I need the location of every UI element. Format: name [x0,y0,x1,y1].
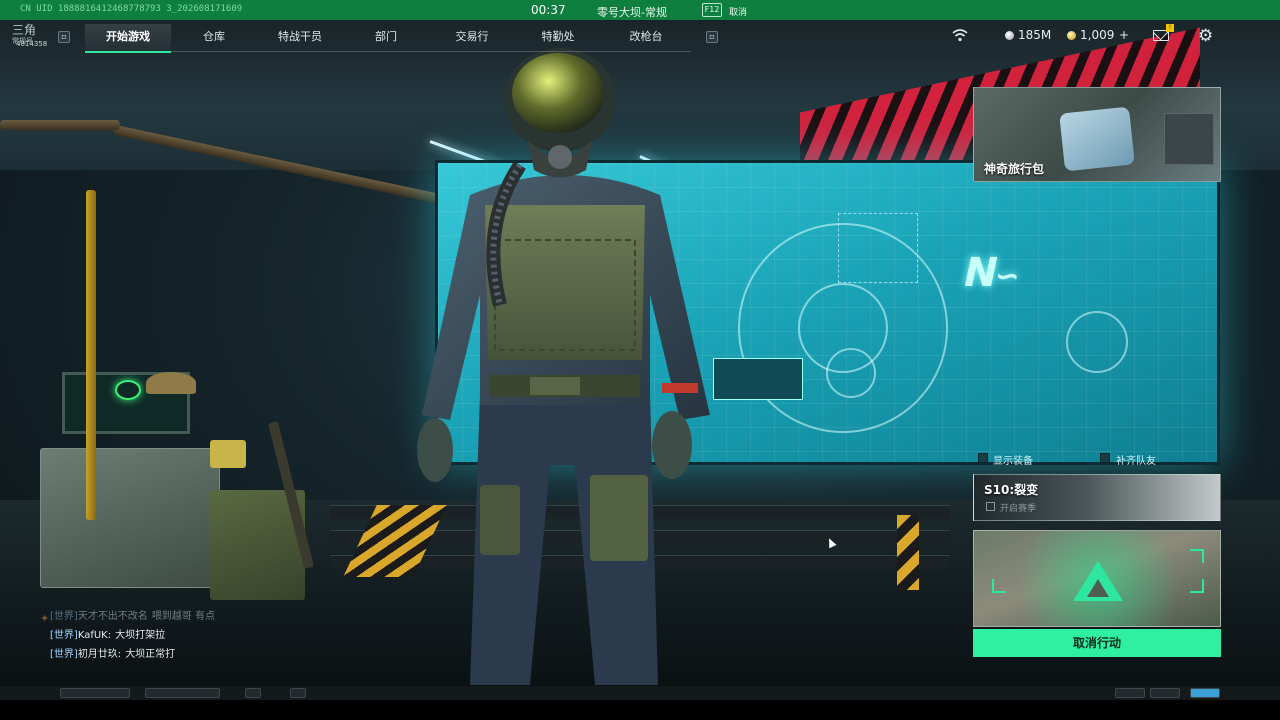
hotkey-action-label: 取消 [729,8,748,18]
tab-department[interactable]: 部门 [343,24,429,52]
silver-coin-icon [1005,31,1014,40]
menu-square-button[interactable]: ▫ [58,31,70,43]
gold-amount: 1,009 [1080,28,1115,42]
frame-corner [1190,579,1204,593]
show-gear-checkbox[interactable] [978,453,988,463]
travel-bag-title: 神奇旅行包 [984,162,1045,176]
card-crate-art [1164,113,1214,165]
small-device [210,440,246,468]
cancel-action-button[interactable]: 取消行动 [973,629,1221,657]
fill-team-label: 补齐队友 [1116,456,1156,467]
season-subtitle: 开启赛季 [1000,504,1037,514]
snowflake-ring [1066,311,1128,373]
season-checkbox [986,502,995,511]
chat-line: ✦ [世界]天才不出不改名 喂到越哥 有点 [40,611,215,625]
hex-ring [826,348,876,398]
bottom-icon[interactable] [245,688,261,698]
operator-character [417,48,710,685]
match-timer: 00:37 [531,3,566,17]
main-nav-tabs: 开始游戏 仓库 特战干员 部门 交易行 特勤处 改枪台 [85,24,691,53]
yellow-pipe [86,190,96,520]
show-gear-label: 显示装备 [993,456,1033,467]
screen-thumbnail [713,358,803,400]
season-title: S10:裂变 [984,483,1039,497]
hotkey-keycap: F12 [702,3,722,17]
world-chat[interactable]: ✦ [世界]天才不出不改名 喂到越哥 有点 [世界]KafUK: 大坝打架拉 [世界… [40,607,310,664]
tab-trade-market[interactable]: 交易行 [429,24,515,52]
bottom-slot[interactable] [145,688,220,698]
tab-special-services[interactable]: 特勤处 [515,24,601,52]
monitor-logo-icon [115,380,141,400]
chat-line: [世界]初月廿玖: 大坝正常打 [50,649,176,660]
map-mode-label: 零号大坝-常规 [597,6,667,19]
hazard-stripe [897,515,919,590]
ceiling-pipe [0,120,120,130]
travel-bag-card[interactable]: 神奇旅行包 [973,87,1221,182]
gear-icon[interactable]: ⚙ [1198,26,1213,46]
bottom-slot[interactable] [1115,688,1145,698]
bottom-slot[interactable] [1150,688,1180,698]
bottom-highlight-slot[interactable] [1190,688,1220,698]
fill-team-checkbox[interactable] [1100,453,1110,463]
player-number: 4814358 [16,40,48,48]
season-card[interactable]: S10:裂变 开启赛季 [973,474,1221,521]
screen-logo-glyph: N∽ [959,250,1022,296]
frame-corner [1190,549,1204,563]
tab-start-game[interactable]: 开始游戏 [85,24,171,53]
add-currency-button[interactable]: + [1119,28,1129,42]
game-mode-card[interactable] [973,530,1221,627]
top-status-bar: CN UID 1888816412468778793 3_20260817160… [0,0,1280,20]
player-uid: CN UID 1888816412468778793 3_20260817160… [20,4,243,14]
weapon-schematic [838,213,918,283]
frame-corner [992,579,1006,593]
bottom-icon[interactable] [290,688,306,698]
gold-coin-icon [1067,31,1076,40]
logo-mark: 三角 [12,23,37,37]
wifi-icon [952,29,968,42]
tab-operators[interactable]: 特战干员 [257,24,343,52]
radio-equipment [40,448,220,588]
tab-warehouse[interactable]: 仓库 [171,24,257,52]
travel-bag-art [1059,106,1135,172]
silver-amount: 185M [1018,28,1052,42]
chat-avatar-icon: ✦ [40,612,50,625]
mail-badge: ! [1166,24,1174,32]
bottom-slot[interactable] [60,688,130,698]
chat-line: [世界]KafUK: 大坝打架拉 [50,630,166,641]
nav-extra-button[interactable]: ▫ [706,31,718,43]
boonie-hat [146,372,196,394]
letterbox-bar [0,700,1280,720]
tab-gunsmith[interactable]: 改枪台 [601,24,691,52]
